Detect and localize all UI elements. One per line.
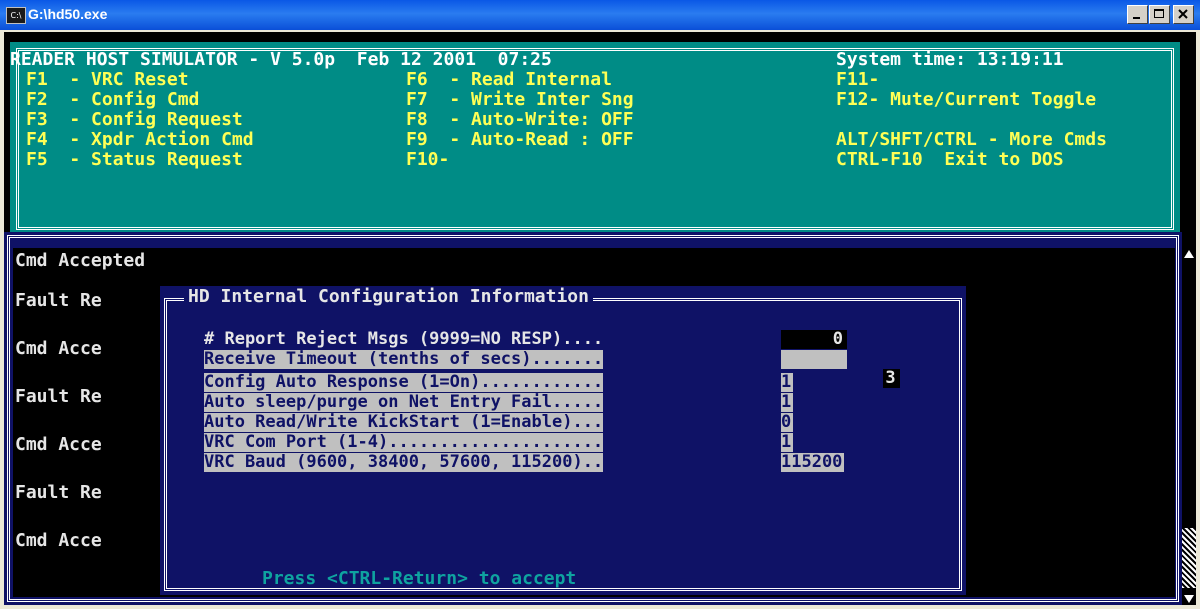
fkey-f2[interactable]: F2 - Config Cmd bbox=[26, 90, 199, 110]
vertical-scrollbar[interactable] bbox=[1182, 248, 1196, 605]
log-line: Cmd Accepted bbox=[15, 250, 146, 271]
log-area: Cmd Accepted Fault Re Cmd Acce Fault Re … bbox=[13, 248, 1175, 597]
fkey-f4[interactable]: F4 - Xpdr Action Cmd bbox=[26, 130, 254, 150]
row-label-kickstart: Auto Read/Write KickStart (1=Enable)... bbox=[204, 412, 604, 432]
field-config-auto-response[interactable]: 1 bbox=[781, 373, 794, 392]
row-label-config-auto-response: Config Auto Response (1=On)............ bbox=[204, 372, 604, 392]
scrollbar-thumb[interactable] bbox=[1182, 528, 1196, 588]
field-baud[interactable]: 115200 bbox=[781, 453, 845, 472]
fkey-f11[interactable]: F11- bbox=[836, 70, 879, 90]
console-icon[interactable]: C:\ bbox=[6, 7, 26, 24]
header-title: READER HOST SIMULATOR - V 5.0p Feb 12 20… bbox=[10, 49, 552, 70]
fkey-f7[interactable]: F7 - Write Inter Sng bbox=[406, 90, 634, 110]
field-com-port[interactable]: 1 bbox=[781, 433, 794, 452]
minimize-button[interactable] bbox=[1127, 5, 1148, 24]
window-title: G:\hd50.exe bbox=[28, 6, 108, 22]
fkey-f6[interactable]: F6 - Read Internal bbox=[406, 70, 612, 90]
row-label-baud: VRC Baud (9600, 38400, 57600, 115200).. bbox=[204, 452, 604, 472]
log-line: Cmd Acce bbox=[15, 338, 102, 359]
fkey-f8[interactable]: F8 - Auto-Write: OFF bbox=[406, 110, 634, 130]
fkey-f3[interactable]: F3 - Config Request bbox=[26, 110, 243, 130]
log-line: Fault Re bbox=[15, 482, 102, 503]
title-bar[interactable]: C:\ G:\hd50.exe bbox=[0, 0, 1200, 30]
fkey-f9[interactable]: F9 - Auto-Read : OFF bbox=[406, 130, 634, 150]
scroll-up-icon[interactable] bbox=[1182, 248, 1196, 260]
fkey-f1[interactable]: F1 - VRC Reset bbox=[26, 70, 189, 90]
row-label-com-port: VRC Com Port (1-4)..................... bbox=[204, 432, 604, 452]
more-cmds-hint: ALT/SHFT/CTRL - More Cmds bbox=[836, 129, 1107, 150]
log-line: Cmd Acce bbox=[15, 434, 102, 455]
field-auto-sleep[interactable]: 1 bbox=[781, 393, 794, 412]
fkey-f5[interactable]: F5 - Status Request bbox=[26, 150, 243, 170]
exit-to-dos[interactable]: CTRL-F10 Exit to DOS bbox=[836, 150, 1064, 170]
log-line: Fault Re bbox=[15, 290, 102, 311]
field-receive-timeout[interactable]: 3 bbox=[781, 350, 900, 388]
dialog-title: HD Internal Configuration Information bbox=[184, 286, 593, 307]
row-label-report-reject: # Report Reject Msgs (9999=NO RESP).... bbox=[204, 329, 604, 349]
row-label-auto-sleep: Auto sleep/purge on Net Entry Fail..... bbox=[204, 392, 604, 412]
log-line: Cmd Acce bbox=[15, 530, 102, 551]
maximize-icon bbox=[1154, 9, 1164, 18]
config-dialog: HD Internal Configuration Information # … bbox=[160, 286, 966, 595]
console-window[interactable]: READER HOST SIMULATOR - V 5.0p Feb 12 20… bbox=[4, 32, 1196, 605]
fkey-f12[interactable]: F12- Mute/Current Toggle bbox=[836, 90, 1096, 110]
row-label-receive-timeout: Receive Timeout (tenths of secs)....... bbox=[204, 349, 604, 369]
log-line: Fault Re bbox=[15, 386, 102, 407]
minimize-icon bbox=[1133, 17, 1140, 19]
close-button[interactable] bbox=[1173, 5, 1194, 24]
field-kickstart[interactable]: 0 bbox=[781, 413, 794, 432]
maximize-button[interactable] bbox=[1149, 5, 1170, 24]
fkey-f10[interactable]: F10- bbox=[406, 150, 449, 170]
close-icon bbox=[1178, 9, 1188, 19]
system-time: System time: 13:19:11 bbox=[836, 49, 1064, 70]
field-report-reject[interactable]: 0 bbox=[781, 330, 847, 349]
function-key-panel: READER HOST SIMULATOR - V 5.0p Feb 12 20… bbox=[10, 42, 1180, 236]
scroll-down-icon[interactable] bbox=[1182, 593, 1196, 605]
accept-hint: Press <CTRL-Return> to accept bbox=[262, 568, 577, 589]
log-panel: Cmd Accepted Fault Re Cmd Acce Fault Re … bbox=[4, 232, 1182, 605]
field-receive-timeout-value: 3 bbox=[883, 369, 900, 388]
